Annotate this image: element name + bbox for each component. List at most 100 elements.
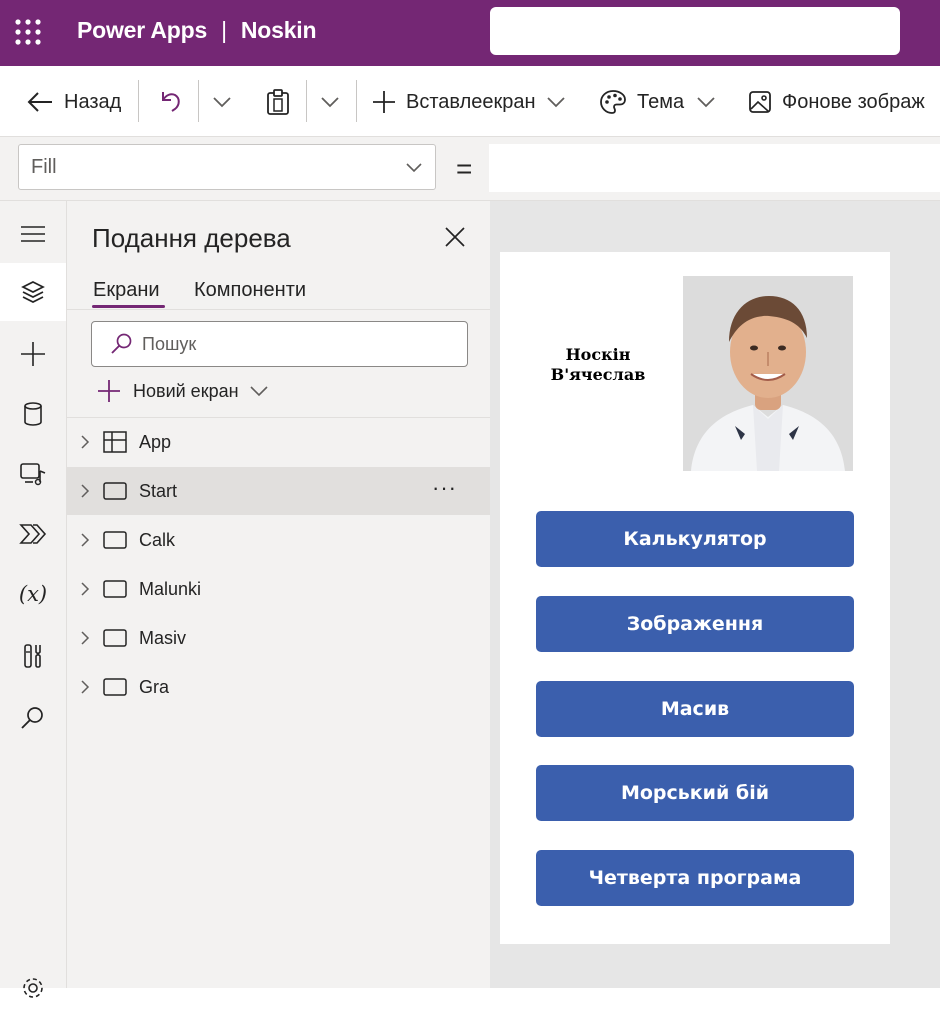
paste-button[interactable]: [265, 88, 301, 116]
tab-components[interactable]: Компоненти: [194, 279, 306, 302]
chevron-down-icon: [212, 95, 242, 109]
gear-icon: [20, 975, 46, 1001]
insert-screen-button[interactable]: Вставлеекран: [372, 88, 576, 116]
plus-icon: [97, 379, 121, 403]
new-screen-label: Новий екран: [133, 380, 239, 401]
paste-dropdown-button[interactable]: [320, 88, 350, 116]
rail-data[interactable]: [0, 385, 66, 443]
tab-screens[interactable]: Екрани: [93, 279, 160, 302]
power-automate-icon: [19, 522, 47, 546]
left-rail: (x): [0, 201, 67, 998]
chevron-right-icon[interactable]: [80, 679, 90, 695]
fourth-program-button[interactable]: Четверта програма: [536, 850, 854, 906]
clipboard-icon: [265, 88, 301, 116]
screen-icon: [103, 580, 127, 598]
chevron-down-icon: [405, 161, 423, 173]
screen-icon: [103, 531, 127, 549]
app-icon: [103, 431, 127, 453]
author-surname: Носкін: [565, 345, 631, 364]
rail-search[interactable]: [0, 689, 66, 747]
rail-tree-view[interactable]: [0, 263, 66, 321]
search-icon: [20, 705, 46, 731]
tree-item-calk[interactable]: Calk: [67, 516, 490, 564]
array-button[interactable]: Масив: [536, 681, 854, 737]
chevron-down-icon: [696, 95, 726, 109]
back-button[interactable]: Назад: [26, 88, 121, 116]
profile-photo[interactable]: [683, 276, 853, 471]
palette-icon: [599, 89, 637, 115]
theme-button[interactable]: Тема: [599, 88, 726, 116]
brand-name: Power Apps: [77, 17, 208, 43]
background-image-button[interactable]: Фонове зображ: [748, 88, 925, 116]
variables-icon: (x): [18, 582, 48, 606]
author-name-label[interactable]: Носкін В'ячеслав: [538, 345, 658, 385]
hamburger-icon: [20, 224, 46, 244]
back-label: Назад: [64, 90, 122, 113]
rail-insert[interactable]: [0, 325, 66, 383]
divider: [306, 80, 307, 122]
equals-sign: =: [456, 153, 473, 184]
tree-item-app[interactable]: App: [67, 418, 490, 466]
rail-variables[interactable]: (x): [0, 565, 66, 623]
tools-icon: [22, 642, 44, 670]
rail-advanced-tools[interactable]: [0, 627, 66, 685]
property-value: Fill: [31, 155, 57, 178]
new-screen-button[interactable]: Новий екран: [97, 379, 269, 403]
tree-item-malunki[interactable]: Malunki: [67, 565, 490, 613]
project-name[interactable]: Noskin: [241, 17, 317, 43]
chevron-down-icon: [546, 95, 576, 109]
search-placeholder: Пошук: [142, 333, 197, 354]
database-icon: [22, 401, 44, 427]
tree-item-label: Malunki: [139, 578, 202, 599]
author-firstname: В'ячеслав: [550, 365, 646, 384]
property-selector[interactable]: Fill: [18, 144, 436, 190]
title-separator: |: [221, 17, 227, 43]
divider: [138, 80, 139, 122]
sea-battle-button[interactable]: Морський бій: [536, 765, 854, 821]
menu-button[interactable]: [0, 205, 66, 263]
screen-icon: [103, 482, 127, 500]
more-options-button[interactable]: ···: [432, 475, 457, 501]
chevron-right-icon[interactable]: [80, 434, 90, 450]
tree-item-masiv[interactable]: Masiv: [67, 614, 490, 662]
tree-item-label: App: [139, 431, 172, 452]
app-screen-preview[interactable]: Носкін В'ячеслав Калькулятор Зображення …: [500, 252, 890, 944]
screen-icon: [103, 629, 127, 647]
chevron-right-icon[interactable]: [80, 630, 90, 646]
image-icon: [748, 90, 782, 114]
rail-power-automate[interactable]: [0, 505, 66, 563]
calculator-button[interactable]: Калькулятор: [536, 511, 854, 567]
tree-item-label: Start: [139, 480, 178, 501]
plus-icon: [20, 341, 46, 367]
search-icon: [110, 332, 134, 356]
global-search-input[interactable]: [490, 7, 900, 55]
undo-dropdown-button[interactable]: [212, 88, 242, 116]
divider: [67, 309, 490, 310]
background-image-label: Фонове зображ: [782, 90, 925, 113]
rail-media[interactable]: [0, 445, 66, 503]
images-button[interactable]: Зображення: [536, 596, 854, 652]
formula-input[interactable]: [489, 144, 940, 192]
panel-title: Подання дерева: [92, 223, 291, 253]
undo-icon: [156, 89, 194, 115]
theme-label: Тема: [637, 90, 685, 113]
divider: [198, 80, 199, 122]
app-launcher-icon[interactable]: [14, 18, 42, 46]
tree-view-panel: Подання дерева Екрани Компоненти Пошук Н…: [67, 201, 490, 988]
tree-item-start[interactable]: Start ···: [67, 467, 490, 515]
chevron-right-icon[interactable]: [80, 581, 90, 597]
tree-item-gra[interactable]: Gra: [67, 663, 490, 711]
divider: [356, 80, 357, 122]
chevron-right-icon[interactable]: [80, 483, 90, 499]
undo-button[interactable]: [156, 88, 194, 116]
app-title: Power Apps | Noskin: [77, 17, 317, 44]
chevron-right-icon[interactable]: [80, 532, 90, 548]
title-bar: Power Apps | Noskin: [0, 0, 940, 66]
tree-item-label: Calk: [139, 529, 176, 550]
tree-item-label: Masiv: [139, 627, 187, 648]
plus-icon: [372, 90, 406, 114]
close-panel-button[interactable]: [443, 225, 467, 249]
rail-settings[interactable]: [0, 959, 66, 1017]
insert-screen-label: Вставлеекран: [406, 90, 536, 113]
tree-search-input[interactable]: Пошук: [91, 321, 468, 367]
